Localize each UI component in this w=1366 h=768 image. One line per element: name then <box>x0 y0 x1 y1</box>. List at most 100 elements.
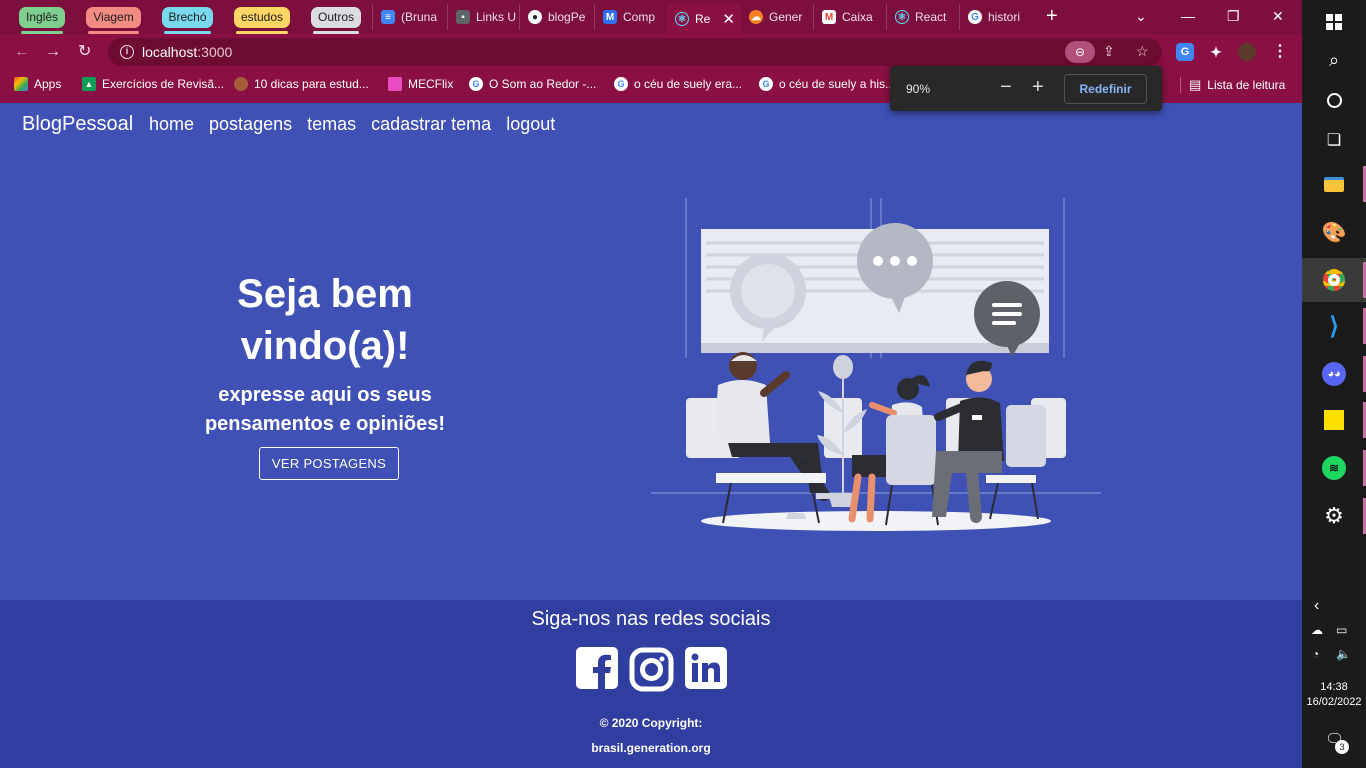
cloud-icon: ☁ <box>749 10 763 24</box>
share-icon[interactable]: ⇪ <box>1103 43 1115 60</box>
bookmark-label: O Som ao Redor -... <box>489 77 597 91</box>
nav-cadastrar-tema[interactable]: cadastrar tema <box>371 114 491 135</box>
forward-button[interactable]: → <box>45 43 61 61</box>
bookmark-item[interactable]: MECFlix <box>388 77 453 91</box>
system-clock[interactable]: 14:38 16/02/2022 <box>1302 680 1366 710</box>
tab-group-ingles[interactable]: Inglês <box>19 7 65 34</box>
follow-us-text: Siga-nos nas redes sociais <box>531 608 771 630</box>
bookmark-item[interactable]: Go céu de suely a his... <box>759 77 895 91</box>
zoom-out-button[interactable]: − <box>1000 77 1012 97</box>
bookmark-item[interactable]: ▲ Exercícios de Revisã... <box>82 77 224 91</box>
tab-search-icon[interactable]: ⌄ <box>1135 7 1147 25</box>
apps-grid-icon <box>14 77 28 91</box>
chrome-icon[interactable] <box>1302 258 1366 302</box>
zoom-reset-button[interactable]: Redefinir <box>1064 74 1147 104</box>
bookmark-item[interactable]: G O Som ao Redor -... <box>469 77 596 91</box>
zoom-in-button[interactable]: + <box>1032 77 1044 97</box>
clock-time: 14:38 <box>1320 681 1348 693</box>
browser-tab[interactable]: ≡ (Bruna <box>372 4 447 30</box>
show-hidden-icons-chevron-icon[interactable]: ‹ <box>1314 597 1319 615</box>
reading-list-icon: ▤ <box>1189 77 1202 92</box>
save-icon: ▪ <box>456 10 470 24</box>
compose-icon: M <box>603 10 617 24</box>
discord-icon[interactable]: ◕◕ <box>1302 352 1366 396</box>
nav-logout[interactable]: logout <box>506 114 555 135</box>
browser-tab[interactable]: ⚛ React <box>886 4 959 30</box>
tab-group-estudos[interactable]: estudos <box>234 7 290 34</box>
sticky-notes-icon[interactable] <box>1302 398 1366 442</box>
tab-label: React <box>915 10 947 24</box>
linkedin-icon[interactable] <box>685 647 727 689</box>
google-icon: G <box>968 10 982 24</box>
tab-label: Caixa <box>842 10 873 24</box>
google-icon: G <box>469 77 483 91</box>
bookmark-item[interactable]: Go céu de suely era... <box>614 77 742 91</box>
browser-tab[interactable]: M Caixa <box>813 4 886 30</box>
cortana-icon[interactable] <box>1302 78 1366 122</box>
browser-tab[interactable]: Ghistori <box>959 4 1033 30</box>
drive-icon: ▲ <box>82 77 96 91</box>
reload-button[interactable]: ↻ <box>78 43 91 61</box>
browser-tab-active[interactable]: ⚛ Re ✕ <box>667 4 741 34</box>
zoom-indicator-icon[interactable]: ⊖ <box>1065 41 1095 63</box>
ver-postagens-button[interactable]: VER POSTAGENS <box>259 447 399 480</box>
bookmark-star-icon[interactable]: ☆ <box>1136 43 1149 60</box>
menu-kebab-icon[interactable]: ⋮ <box>1271 43 1289 61</box>
close-window-button[interactable]: ✕ <box>1272 7 1284 25</box>
browser-tab[interactable]: ● blogPe <box>519 4 594 30</box>
bookmark-item[interactable]: 10 dicas para estud... <box>234 77 369 91</box>
hero-illustration <box>651 198 1101 531</box>
restore-button[interactable]: ❐ <box>1227 7 1240 25</box>
instagram-icon[interactable] <box>629 647 674 692</box>
browser-tab[interactable]: M Comp <box>594 4 666 30</box>
minimize-button[interactable]: — <box>1181 7 1195 25</box>
tab-label: Links U <box>476 10 517 24</box>
tab-group-brecho[interactable]: Brechó <box>162 7 213 34</box>
profile-avatar[interactable] <box>1238 43 1256 61</box>
bookmark-label: MECFlix <box>408 77 454 91</box>
browser-tab[interactable]: ☁ Gener <box>741 4 813 30</box>
task-view-icon[interactable]: ❏ <box>1302 118 1366 162</box>
nav-postagens[interactable]: postagens <box>209 114 292 135</box>
bookmark-label: o céu de suely a his... <box>779 77 896 91</box>
browser-toolbar: ← → ↻ i localhost:3000 ⊖ ⇪ ☆ G ✦ ⋮ <box>0 34 1302 70</box>
url-port: :3000 <box>197 44 233 60</box>
hero-title: Seja bem vindo(a)! <box>237 272 413 368</box>
url-text[interactable]: localhost:3000 <box>142 44 232 60</box>
onedrive-icon[interactable]: ☁ <box>1311 623 1323 637</box>
footer-site-link[interactable]: brasil.generation.org <box>0 741 1302 755</box>
back-button[interactable]: ← <box>14 43 30 61</box>
site-info-icon[interactable]: i <box>120 45 134 59</box>
search-icon[interactable]: ⌕ <box>1302 38 1366 82</box>
vscode-icon[interactable]: ⟩ <box>1302 304 1366 348</box>
tab-group-outros[interactable]: Outros <box>311 7 361 34</box>
extensions-puzzle-icon[interactable]: ✦ <box>1207 43 1225 61</box>
browser-tab[interactable]: ▪ Links U <box>447 4 519 30</box>
tab-group-viagem[interactable]: Viagem <box>86 7 141 34</box>
facebook-icon[interactable] <box>576 647 618 689</box>
nav-home[interactable]: home <box>149 114 194 135</box>
bookmark-apps[interactable]: Apps <box>14 77 61 91</box>
bookmark-label: o céu de suely era... <box>634 77 743 91</box>
file-explorer-icon[interactable] <box>1302 162 1366 206</box>
battery-icon[interactable]: ▭ <box>1336 623 1347 637</box>
settings-icon[interactable]: ⚙ <box>1302 494 1366 538</box>
gmail-icon: M <box>822 10 836 24</box>
page-content: BlogPessoal home postagens temas cadastr… <box>0 103 1302 768</box>
reading-list-label: Lista de leitura <box>1207 78 1286 92</box>
url-host: localhost <box>142 44 198 60</box>
close-tab-icon[interactable]: ✕ <box>722 10 735 28</box>
new-tab-button[interactable]: + <box>1046 6 1058 26</box>
react-icon: ⚛ <box>895 10 909 24</box>
brand-logo[interactable]: BlogPessoal <box>22 113 133 136</box>
nav-temas[interactable]: temas <box>307 114 356 135</box>
wifi-icon[interactable]: ◔ <box>1312 647 1319 661</box>
volume-icon[interactable]: 🔈 <box>1336 647 1351 661</box>
reading-list[interactable]: ▤ Lista de leitura <box>1180 77 1285 93</box>
paint-icon[interactable]: 🎨 <box>1302 210 1366 254</box>
address-bar[interactable]: i localhost:3000 ⊖ ⇪ ☆ <box>108 38 1162 66</box>
translate-extension-icon[interactable]: G <box>1176 43 1194 61</box>
clock-date: 16/02/2022 <box>1306 696 1362 708</box>
footer: Siga-nos nas redes sociais © 2020 Copyri… <box>0 600 1302 768</box>
spotify-icon[interactable]: ≋ <box>1302 446 1366 490</box>
